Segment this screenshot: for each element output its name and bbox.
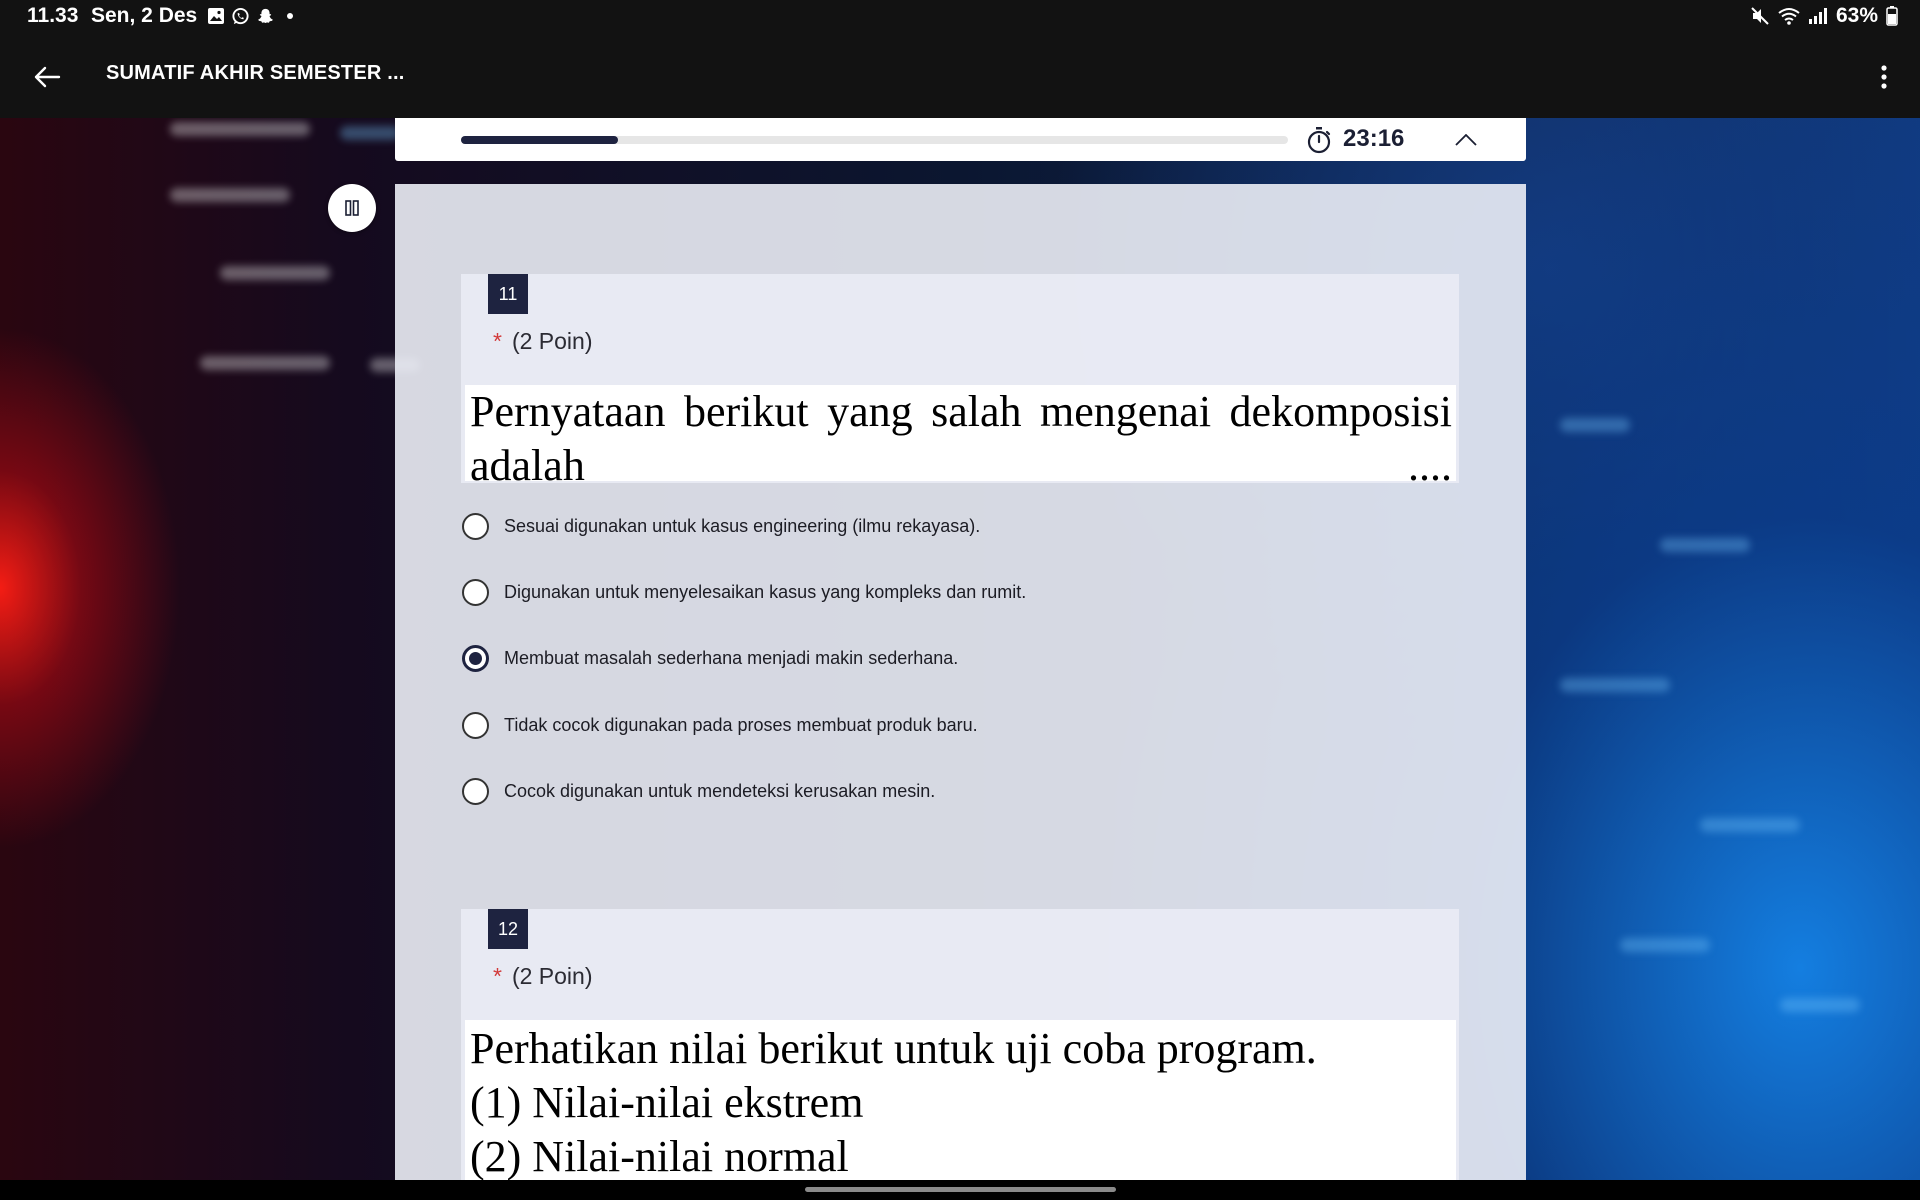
status-time: 11.33 [27,4,79,27]
app-bar: SUMATIF AKHIR SEMESTER ... [0,32,1920,118]
chevron-up-icon [1455,134,1477,146]
required-mark: * [493,963,502,989]
question-text: Perhatikan nilai berikut untuk uji coba … [465,1020,1456,1180]
whatsapp-icon [232,7,249,24]
points-label: (2 Poin) [511,963,593,989]
option-d[interactable]: Tidak cocok digunakan pada proses membua… [462,705,978,745]
option-e[interactable]: Cocok digunakan untuk mendeteksi kerusak… [462,771,935,811]
battery-percentage: 63% [1835,4,1878,27]
snapchat-icon [258,8,273,23]
option-label: Cocok digunakan untuk mendeteksi kerusak… [504,780,936,801]
option-a[interactable]: Sesuai digunakan untuk kasus engineering… [462,506,980,546]
arrow-back-icon [34,66,61,88]
radio-button-selected[interactable] [462,644,489,672]
gallery-icon [208,8,224,24]
dot-icon [287,13,293,19]
navigation-gesture-area [0,1180,1920,1200]
required-mark: * [493,328,502,354]
mute-icon [1751,7,1769,25]
question-number: 11 [488,274,528,314]
page-title: SUMATIF AKHIR SEMESTER ... [106,62,405,84]
status-bar: 11.33 Sen, 2 Des 63% [0,0,1920,32]
battery-icon [1886,6,1898,26]
collapse-button[interactable] [1449,128,1483,152]
pause-icon [345,200,359,216]
question-card: 12 * (2 Poin) Perhatikan nilai berikut un… [461,909,1459,1180]
wifi-icon [1778,8,1800,25]
question-number: 12 [488,909,528,949]
option-label: Sesuai digunakan untuk kasus engineering… [504,515,981,536]
radio-button[interactable] [462,578,489,606]
system-status: 63% [1750,4,1898,28]
more-options-button[interactable] [1864,54,1904,100]
stopwatch-icon [1307,127,1331,154]
gesture-handle[interactable] [805,1187,1116,1192]
question-text-line: (1) Nilai-nilai ekstrem [470,1078,864,1127]
question-text-line: (2) Nilai-nilai normal [470,1132,849,1180]
progress-bar [461,136,1288,144]
status-date: Sen, 2 Des [91,4,198,27]
progress-fill [461,136,619,144]
pause-button[interactable] [328,184,376,232]
notification-icons [207,6,293,26]
signal-icon [1808,8,1827,24]
question-points: * (2 Poin) [493,963,593,990]
back-button[interactable] [26,56,68,98]
points-label: (2 Poin) [511,328,593,354]
option-label: Membuat masalah sederhana menjadi makin … [504,647,959,668]
more-vertical-icon [1881,65,1887,89]
radio-button[interactable] [462,777,489,805]
option-b[interactable]: Digunakan untuk menyelesaikan kasus yang… [462,572,1026,612]
question-card: 11 * (2 Poin) Pernyataan berikut yang sal… [461,274,1459,483]
question-points: * (2 Poin) [493,328,593,355]
radio-button[interactable] [462,512,489,540]
option-label: Tidak cocok digunakan pada proses membua… [504,714,978,735]
progress-header: 23:16 [395,118,1526,161]
timer: 23:16 [1343,125,1405,152]
option-c[interactable]: Membuat masalah sederhana menjadi makin … [462,638,958,678]
radio-button[interactable] [462,711,489,739]
question-text: Pernyataan berikut yang salah mengenai d… [465,385,1456,481]
option-label: Digunakan untuk menyelesaikan kasus yang… [504,581,1027,602]
question-text-line: Perhatikan nilai berikut untuk uji coba … [470,1024,1317,1073]
